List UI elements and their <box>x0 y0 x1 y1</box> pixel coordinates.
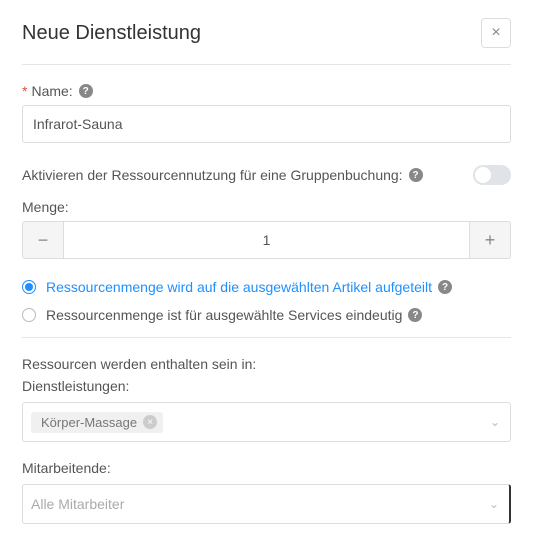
close-button[interactable]: × <box>481 18 511 48</box>
services-select[interactable]: Körper-Massage × ⌄ <box>22 402 511 442</box>
allocation-unique-label: Ressourcenmenge ist für ausgewählte Serv… <box>46 307 422 323</box>
allocation-split-label: Ressourcenmenge wird auf die ausgewählte… <box>46 279 452 295</box>
quantity-input[interactable] <box>64 221 469 259</box>
plus-icon: + <box>485 230 496 251</box>
name-input[interactable] <box>22 105 511 143</box>
service-tag: Körper-Massage × <box>31 412 163 433</box>
chevron-down-icon: ⌄ <box>490 415 500 429</box>
allocation-split-radio[interactable] <box>22 280 36 294</box>
divider <box>22 337 511 338</box>
close-icon: × <box>491 24 500 42</box>
help-icon[interactable]: ? <box>79 84 93 98</box>
quantity-label: Menge: <box>22 199 511 215</box>
required-marker: * <box>22 83 27 99</box>
help-icon[interactable]: ? <box>438 280 452 294</box>
contained-in-label: Ressourcen werden enthalten sein in: <box>22 356 511 372</box>
services-label: Dienstleistungen: <box>22 378 511 394</box>
chevron-down-icon: ⌄ <box>489 497 499 511</box>
close-icon: × <box>147 417 153 428</box>
help-icon[interactable]: ? <box>409 168 423 182</box>
minus-icon: − <box>38 230 49 251</box>
allocation-unique-radio[interactable] <box>22 308 36 322</box>
employees-label: Mitarbeitende: <box>22 460 511 476</box>
quantity-stepper: − + <box>22 221 511 259</box>
quantity-increment-button[interactable]: + <box>469 221 511 259</box>
employees-placeholder: Alle Mitarbeiter <box>31 496 124 512</box>
help-icon[interactable]: ? <box>408 308 422 322</box>
group-booking-label: Aktivieren der Ressourcennutzung für ein… <box>22 167 423 183</box>
quantity-decrement-button[interactable]: − <box>22 221 64 259</box>
employees-select[interactable]: Alle Mitarbeiter ⌄ <box>22 484 511 524</box>
service-tag-label: Körper-Massage <box>41 415 137 430</box>
group-booking-toggle[interactable] <box>473 165 511 185</box>
dialog-header: Neue Dienstleistung × <box>22 18 511 65</box>
tag-remove-button[interactable]: × <box>143 415 157 429</box>
name-label: *Name: ? <box>22 83 511 99</box>
dialog-title: Neue Dienstleistung <box>22 22 201 45</box>
